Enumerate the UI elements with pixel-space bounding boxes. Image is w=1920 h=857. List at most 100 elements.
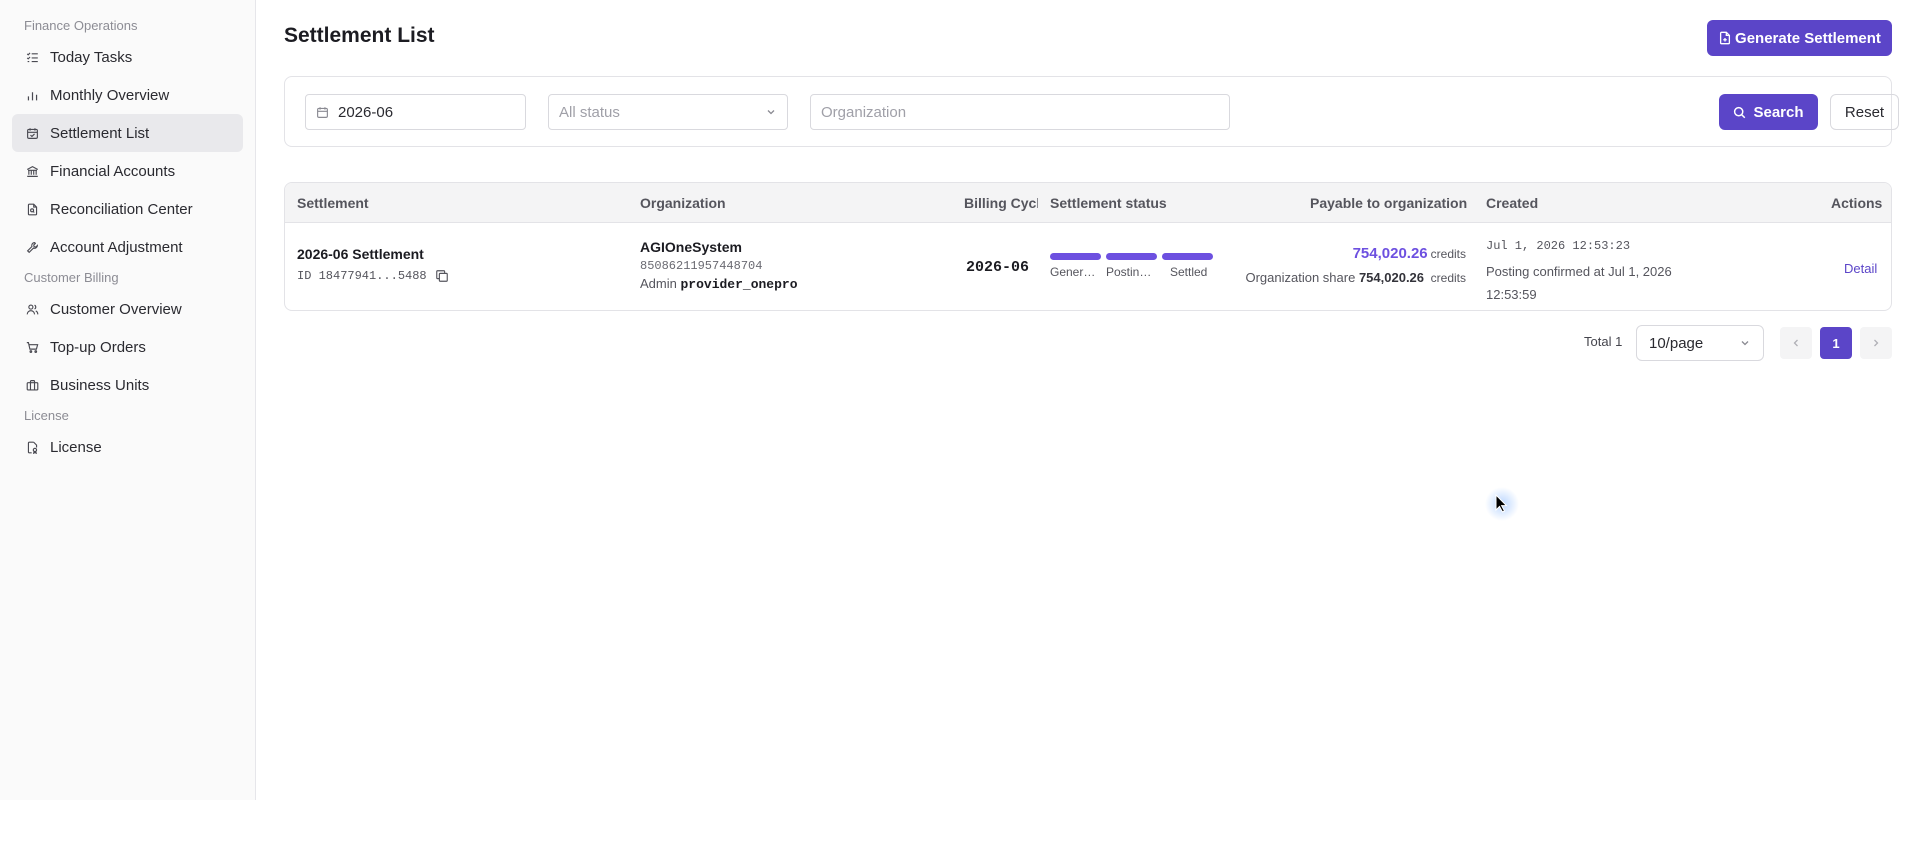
settlement-status-cell: Generated Posting confirmed Settled bbox=[1050, 253, 1213, 279]
prev-page-button[interactable] bbox=[1780, 327, 1812, 359]
status-step-labels: Generated Posting confirmed Settled bbox=[1050, 265, 1213, 279]
copy-icon[interactable] bbox=[435, 269, 449, 283]
status-step-bar-3 bbox=[1162, 253, 1213, 260]
status-step-label-1: Generated bbox=[1050, 265, 1101, 279]
list-check-icon bbox=[24, 49, 40, 65]
sidebar-item-account-adjustment[interactable]: Account Adjustment bbox=[12, 228, 243, 266]
sidebar-item-label: Financial Accounts bbox=[50, 162, 176, 180]
calendar-icon bbox=[317, 106, 328, 118]
settlement-id-text: ID 18477941...5488 bbox=[297, 269, 427, 283]
sidebar-item-today-tasks[interactable]: Today Tasks bbox=[12, 38, 243, 76]
organization-input-placeholder: Organization bbox=[821, 103, 907, 121]
sidebar-item-label: Settlement List bbox=[50, 124, 150, 142]
sidebar-item-financial-accounts[interactable]: Financial Accounts bbox=[12, 152, 243, 190]
settlement-id: ID 18477941...5488 bbox=[297, 269, 449, 283]
table-row: 2026-06 Settlement ID 18477941...5488 AG… bbox=[285, 224, 1891, 310]
sidebar-item-label: Reconciliation Center bbox=[50, 200, 193, 218]
admin-label: Admin bbox=[640, 276, 677, 291]
file-search-icon bbox=[24, 201, 40, 217]
search-icon bbox=[1734, 106, 1746, 118]
organization-name: AGIOneSystem bbox=[640, 239, 742, 255]
sidebar-item-label: Top-up Orders bbox=[50, 338, 146, 356]
column-settlement-status: Settlement status bbox=[1050, 195, 1167, 211]
generate-settlement-label: Generate Settlement bbox=[1735, 29, 1881, 47]
file-plus-icon bbox=[1720, 31, 1731, 45]
mouse-cursor-icon bbox=[1485, 487, 1519, 521]
organization-admin: Admin provider_onepro bbox=[640, 276, 798, 292]
next-page-button[interactable] bbox=[1860, 327, 1892, 359]
reset-button[interactable]: Reset bbox=[1830, 94, 1899, 130]
column-settlement: Settlement bbox=[297, 195, 369, 211]
chevron-down-icon bbox=[1741, 341, 1749, 346]
sidebar-item-label: Customer Overview bbox=[50, 300, 182, 318]
sidebar-item-label: Business Units bbox=[50, 376, 150, 394]
billing-cycle-value: 2026-06 bbox=[966, 259, 1030, 276]
calendar-check-icon bbox=[24, 125, 40, 141]
status-select[interactable]: All status bbox=[548, 94, 788, 130]
sidebar-group-license: License bbox=[24, 408, 69, 423]
status-step-bar-2 bbox=[1106, 253, 1157, 260]
chevron-right-icon bbox=[1874, 339, 1879, 347]
page-size-value: 10/page bbox=[1649, 334, 1704, 352]
detail-link[interactable]: Detail bbox=[1844, 261, 1877, 276]
column-created: Created bbox=[1486, 195, 1539, 211]
organization-share-line: Organization share 754,020.26 credits bbox=[1236, 270, 1466, 285]
share-amount: 754,020.26 bbox=[1358, 270, 1425, 285]
status-step-label-2: Posting confirmed bbox=[1106, 265, 1157, 279]
status-step-bar-1 bbox=[1050, 253, 1101, 260]
filter-panel: 2026-06 All status Organization Search R… bbox=[284, 76, 1899, 147]
column-actions: Actions bbox=[1831, 195, 1883, 211]
settlement-cell: 2026-06 Settlement ID 18477941...5488 bbox=[297, 246, 449, 283]
settlement-name: 2026-06 Settlement bbox=[297, 246, 424, 262]
search-button[interactable]: Search bbox=[1719, 94, 1818, 130]
bank-icon bbox=[24, 163, 40, 179]
created-cell: Jul 1, 2026 12:53:23 Posting confirmed a… bbox=[1486, 239, 1696, 306]
organization-cell: AGIOneSystem 85086211957448704 Admin pro… bbox=[640, 239, 798, 292]
sidebar-item-business-units[interactable]: Business Units bbox=[12, 366, 243, 404]
search-button-label: Search bbox=[1753, 103, 1804, 121]
sidebar-item-monthly-overview[interactable]: Monthly Overview bbox=[12, 76, 243, 114]
sidebar-item-customer-overview[interactable]: Customer Overview bbox=[12, 290, 243, 328]
page-1-button[interactable]: 1 bbox=[1820, 327, 1852, 359]
organization-code: 85086211957448704 bbox=[640, 259, 763, 273]
main-content: Settlement List Generate Settlement 2026… bbox=[256, 0, 1920, 800]
column-organization: Organization bbox=[640, 195, 726, 211]
sidebar-item-top-up-orders[interactable]: Top-up Orders bbox=[12, 328, 243, 366]
chevron-left-icon bbox=[1793, 339, 1798, 347]
payable-unit: credits bbox=[1430, 247, 1466, 261]
share-label: Organization share bbox=[1245, 270, 1356, 285]
column-billing-cycle: Billing Cycle bbox=[964, 195, 1038, 211]
created-note: Posting confirmed at Jul 1, 2026 12:53:5… bbox=[1486, 264, 1672, 302]
generate-settlement-button[interactable]: Generate Settlement bbox=[1707, 20, 1892, 56]
status-select-placeholder: All status bbox=[559, 103, 620, 121]
payable-amount-line: 754,020.26 credits bbox=[1236, 245, 1466, 262]
sidebar-item-label: Today Tasks bbox=[50, 48, 133, 66]
sidebar-item-label: License bbox=[50, 438, 102, 456]
users-icon bbox=[24, 301, 40, 317]
admin-value: provider_onepro bbox=[680, 277, 798, 292]
sidebar-item-reconciliation-center[interactable]: Reconciliation Center bbox=[12, 190, 243, 228]
share-unit: credits bbox=[1430, 271, 1466, 285]
sidebar-group-customer-billing: Customer Billing bbox=[24, 270, 119, 285]
column-payable: Payable to organization bbox=[1310, 195, 1468, 211]
briefcase-icon bbox=[24, 377, 40, 393]
created-timestamp: Jul 1, 2026 12:53:23 bbox=[1486, 239, 1631, 253]
sidebar-item-settlement-list[interactable]: Settlement List bbox=[12, 114, 243, 152]
wrench-icon bbox=[24, 239, 40, 255]
payable-cell: 754,020.26 credits Organization share 754… bbox=[1236, 245, 1466, 285]
sidebar: Finance Operations Today Tasks Monthly O… bbox=[0, 0, 256, 800]
status-progress bbox=[1050, 253, 1213, 260]
page-size-select[interactable]: 10/page bbox=[1636, 325, 1764, 361]
settlement-table: Settlement Organization Billing Cycle Se… bbox=[284, 182, 1892, 311]
sidebar-item-license[interactable]: License bbox=[12, 428, 243, 466]
status-step-label-3: Settled bbox=[1170, 265, 1208, 279]
payable-amount: 754,020.26 bbox=[1352, 245, 1428, 262]
table-header: Settlement Organization Billing Cycle Se… bbox=[285, 183, 1891, 223]
license-icon bbox=[24, 439, 40, 455]
month-picker[interactable]: 2026-06 bbox=[305, 94, 526, 130]
pagination-total: Total 1 bbox=[1584, 334, 1623, 349]
bar-chart-icon bbox=[24, 87, 40, 103]
organization-input[interactable]: Organization bbox=[810, 94, 1230, 130]
sidebar-item-label: Account Adjustment bbox=[50, 238, 183, 256]
month-picker-value: 2026-06 bbox=[338, 103, 394, 121]
